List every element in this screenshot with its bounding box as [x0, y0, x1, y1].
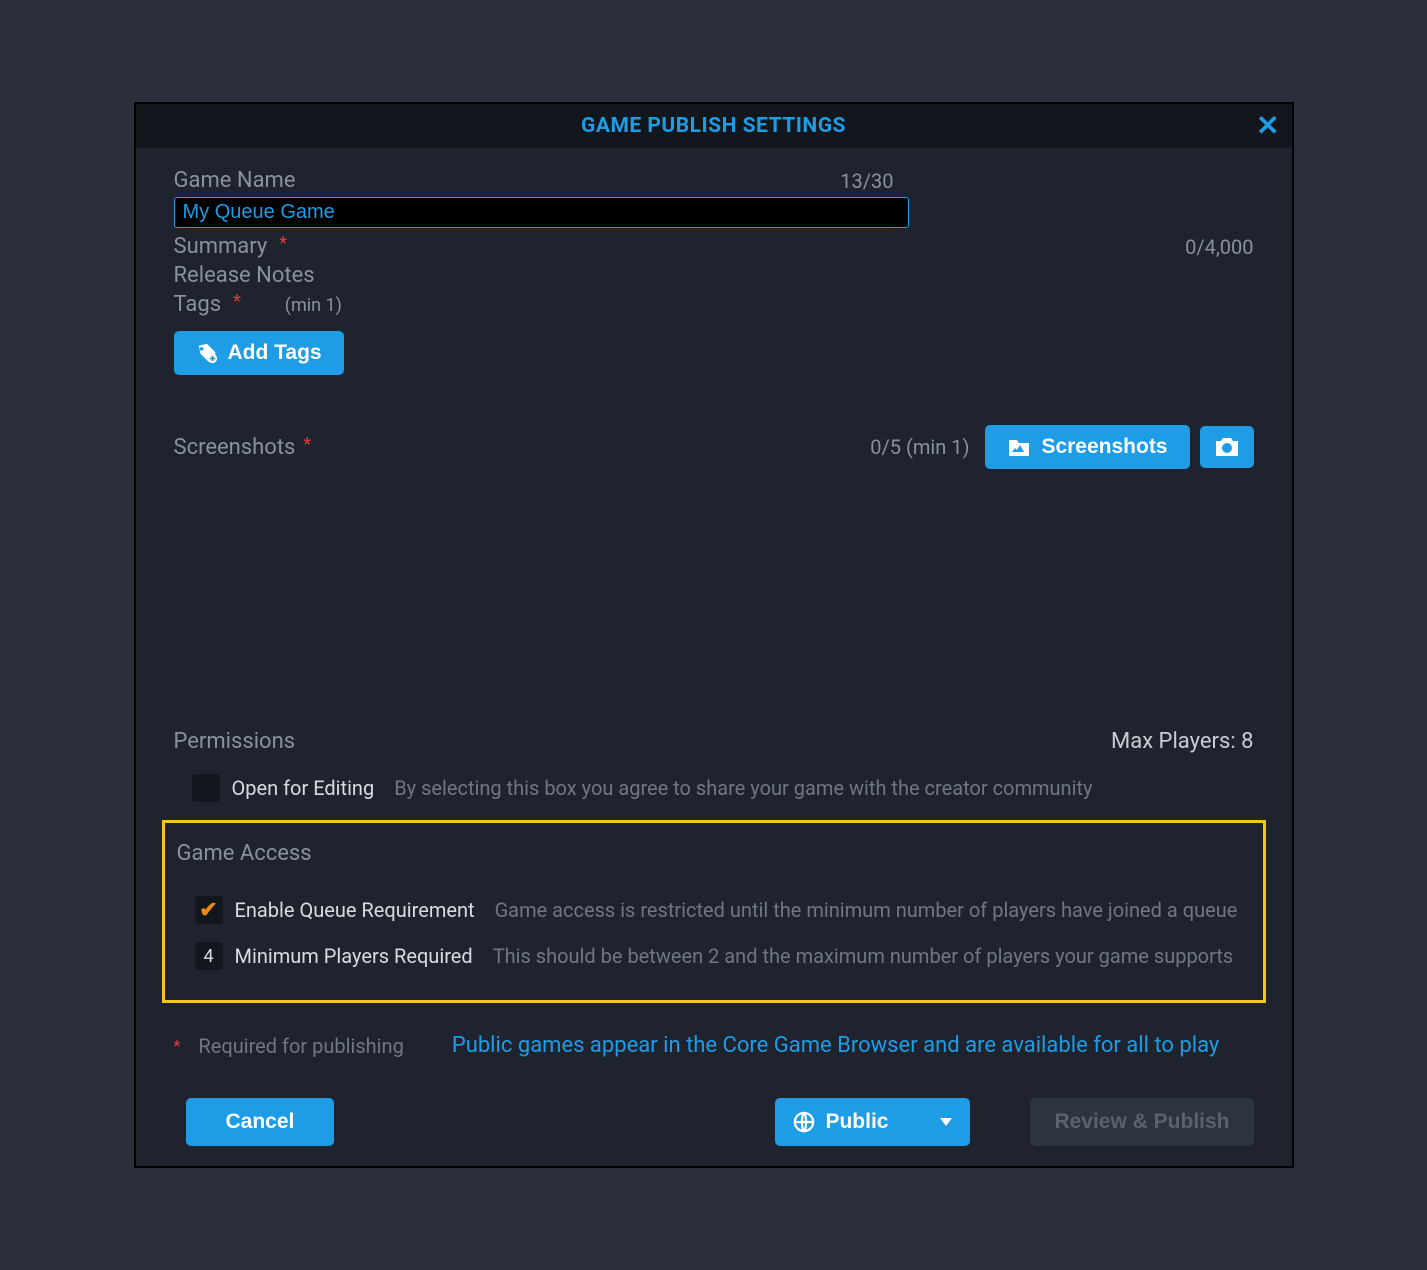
chevron-down-icon: [940, 1118, 952, 1126]
tags-field: Tags * (min 1): [174, 292, 1254, 317]
required-asterisk: *: [174, 1036, 181, 1055]
permissions-label: Permissions: [174, 729, 296, 754]
dialog-header: GAME PUBLISH SETTINGS ✕: [136, 104, 1292, 148]
screenshots-area: [174, 469, 1254, 709]
screenshots-button[interactable]: Screenshots: [985, 425, 1189, 469]
review-publish-button[interactable]: Review & Publish: [1030, 1098, 1253, 1146]
publish-settings-dialog: GAME PUBLISH SETTINGS ✕ Game Name 13/30 …: [134, 102, 1294, 1168]
review-publish-label: Review & Publish: [1054, 1110, 1229, 1133]
required-asterisk: *: [303, 434, 311, 455]
required-asterisk: *: [233, 291, 241, 312]
open-for-editing-row: Open for Editing By selecting this box y…: [174, 774, 1254, 802]
game-name-input[interactable]: [174, 197, 909, 228]
add-tags-label: Add Tags: [228, 341, 322, 365]
visibility-label: Public: [825, 1110, 888, 1134]
screenshots-label: Screenshots: [174, 435, 296, 460]
game-name-label: Game Name: [174, 168, 296, 193]
release-notes-label: Release Notes: [174, 263, 315, 288]
close-icon[interactable]: ✕: [1256, 112, 1279, 140]
visibility-dropdown[interactable]: Public: [775, 1098, 970, 1146]
cancel-button[interactable]: Cancel: [186, 1098, 335, 1146]
permissions-row: Permissions Max Players: 8: [174, 729, 1254, 754]
tag-plus-icon: [196, 342, 218, 364]
dialog-title: GAME PUBLISH SETTINGS: [581, 114, 846, 138]
required-for-publishing-text: Required for publishing: [198, 1034, 403, 1058]
release-notes-field: Release Notes: [174, 263, 1254, 288]
cancel-label: Cancel: [226, 1110, 295, 1134]
summary-counter: 0/4,000: [1185, 235, 1253, 259]
required-asterisk: *: [279, 233, 287, 254]
enable-queue-checkbox[interactable]: [195, 896, 223, 924]
camera-button[interactable]: [1200, 426, 1254, 468]
open-for-editing-checkbox[interactable]: [192, 774, 220, 802]
game-access-title: Game Access: [177, 841, 1251, 866]
game-access-section: Game Access Enable Queue Requirement Gam…: [162, 820, 1266, 1003]
min-players-row: 4 Minimum Players Required This should b…: [177, 942, 1251, 970]
min-players-desc: This should be between 2 and the maximum…: [493, 944, 1234, 968]
enable-queue-label: Enable Queue Requirement: [235, 898, 475, 922]
enable-queue-desc: Game access is restricted until the mini…: [495, 898, 1238, 922]
tags-min-note: (min 1): [285, 295, 342, 316]
camera-icon: [1214, 436, 1240, 458]
summary-label: Summary: [174, 234, 268, 259]
game-name-counter: 13/30: [840, 169, 893, 193]
globe-icon: [793, 1111, 815, 1133]
min-players-input[interactable]: 4: [195, 942, 223, 970]
open-for-editing-desc: By selecting this box you agree to share…: [394, 776, 1092, 800]
public-games-info: Public games appear in the Core Game Bro…: [452, 1033, 1220, 1058]
summary-field: Summary * 0/4,000: [174, 234, 1254, 259]
dialog-body: Game Name 13/30 Summary * 0/4,000 Releas…: [136, 148, 1292, 1166]
footer-info-row: * Required for publishing Public games a…: [174, 1033, 1254, 1058]
tags-label: Tags: [174, 292, 222, 317]
min-players-label: Minimum Players Required: [235, 944, 473, 968]
screenshots-button-label: Screenshots: [1041, 435, 1167, 459]
screenshots-counter: 0/5 (min 1): [870, 435, 969, 459]
open-for-editing-label: Open for Editing: [232, 776, 375, 800]
action-row: Cancel Public Review & P: [174, 1098, 1254, 1146]
enable-queue-row: Enable Queue Requirement Game access is …: [177, 896, 1251, 924]
max-players-label: Max Players: 8: [1111, 729, 1253, 754]
folder-image-icon: [1007, 436, 1031, 458]
add-tags-button[interactable]: Add Tags: [174, 331, 344, 375]
game-name-field: Game Name 13/30: [174, 168, 1254, 228]
screenshots-field: Screenshots * 0/5 (min 1) Screenshots: [174, 425, 1254, 469]
